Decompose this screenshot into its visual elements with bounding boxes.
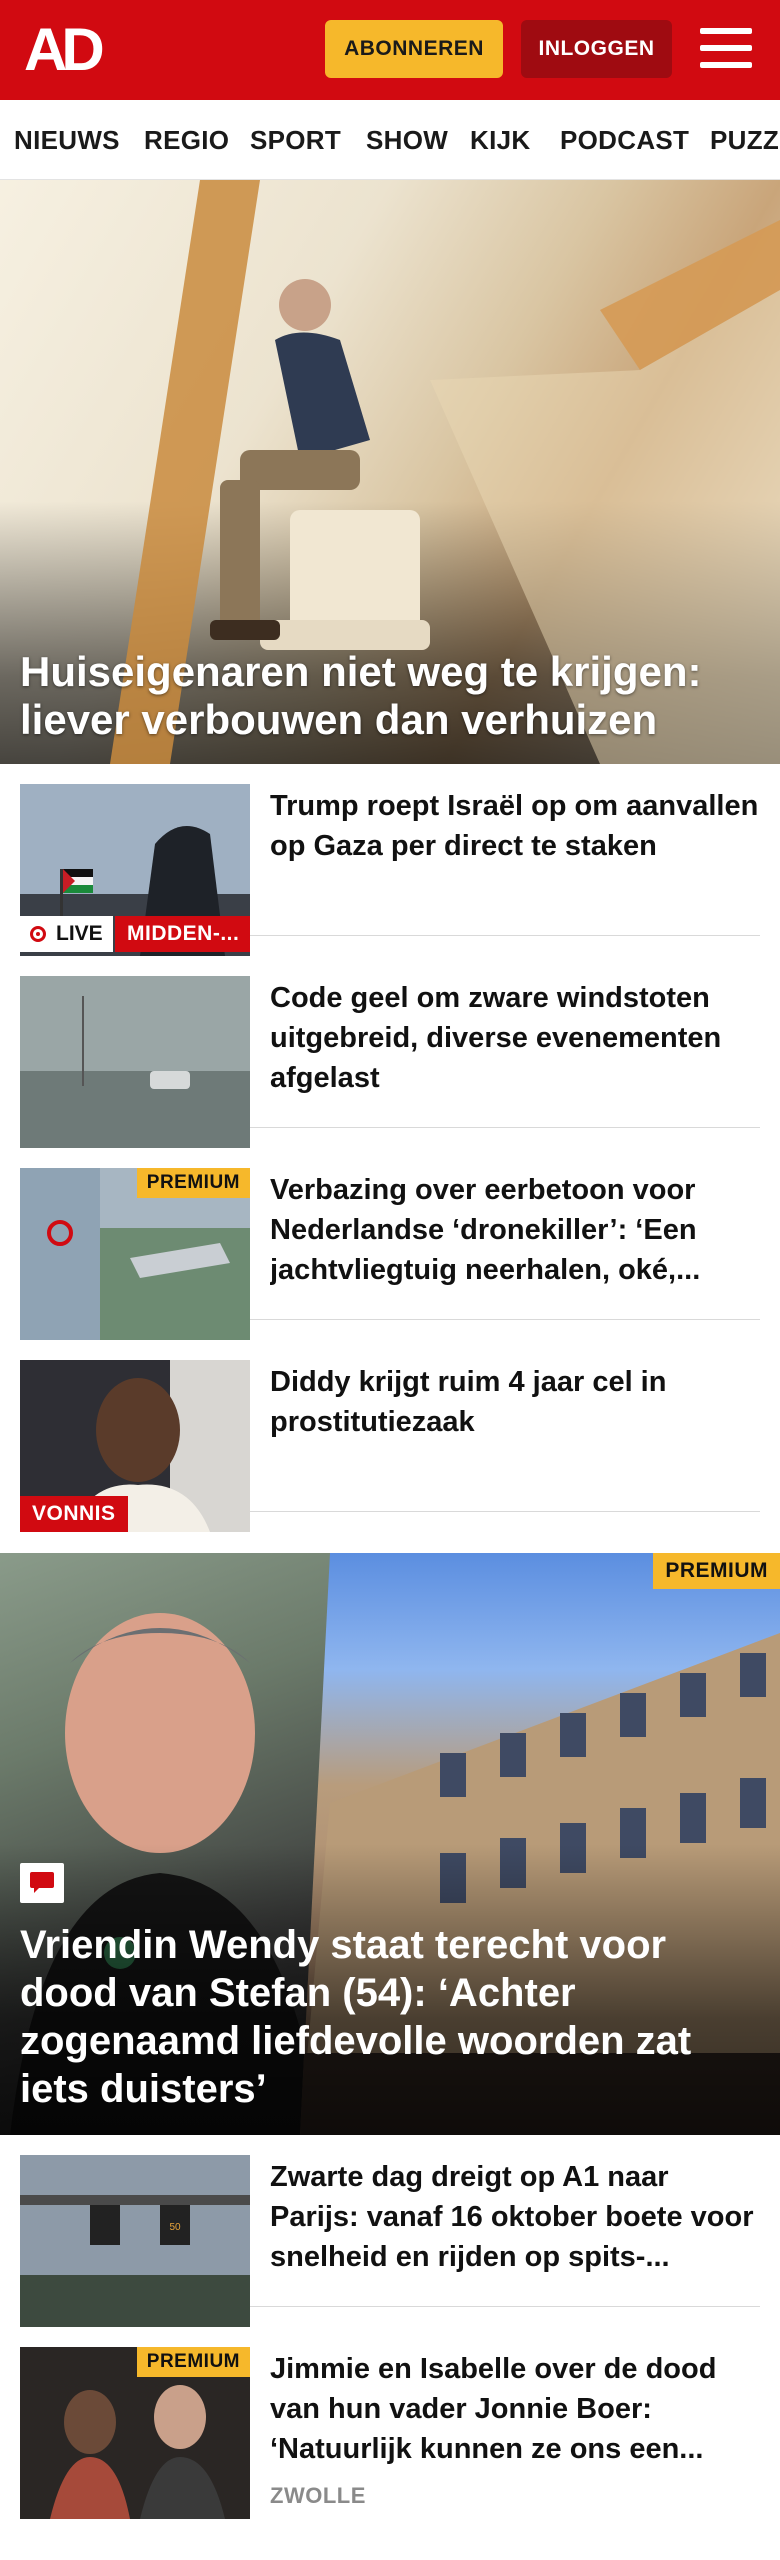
hero-title[interactable]: Huiseigenaren niet weg te krijgen: lieve… bbox=[20, 648, 760, 744]
feature-article[interactable]: PREMIUM Vriendin Wendy staat terecht voo… bbox=[0, 1553, 780, 2135]
list-item[interactable]: PREMIUM Jimmie en Isabelle over de dood … bbox=[20, 2327, 760, 2519]
list-item[interactable]: PREMIUM Verbazing over eerbetoon voor Ne… bbox=[20, 1148, 760, 1340]
hamburger-line bbox=[700, 28, 752, 34]
category-badge: MIDDEN-... bbox=[115, 916, 250, 952]
article-thumbnail: PREMIUM bbox=[20, 1168, 250, 1340]
ad-logo[interactable]: AD bbox=[24, 20, 118, 80]
comment-icon bbox=[20, 1863, 64, 1903]
nav-item-sport[interactable]: SPORT bbox=[250, 100, 341, 179]
nav-item-nieuws[interactable]: NIEUWS bbox=[14, 100, 120, 179]
nav-item-kijk[interactable]: KIJK bbox=[470, 100, 530, 179]
live-label: LIVE bbox=[56, 922, 103, 945]
login-button[interactable]: INLOGGEN bbox=[521, 20, 672, 78]
feature-title[interactable]: Vriendin Wendy staat terecht voor dood v… bbox=[20, 1921, 760, 2113]
hamburger-line bbox=[700, 45, 752, 51]
article-thumbnail bbox=[20, 976, 250, 1148]
article-thumbnail: 50 bbox=[20, 2155, 250, 2327]
hamburger-line bbox=[700, 62, 752, 68]
premium-badge: PREMIUM bbox=[136, 1168, 250, 1198]
article-title[interactable]: Jimmie en Isabelle over de dood van hun … bbox=[270, 2349, 760, 2469]
article-title[interactable]: Code geel om zware windstoten uitgebreid… bbox=[270, 978, 760, 1098]
list-item[interactable]: 50 Zwarte dag dreigt op A1 naar Parijs: … bbox=[20, 2135, 760, 2327]
list-item[interactable]: VONNIS Diddy krijgt ruim 4 jaar cel in p… bbox=[20, 1340, 760, 1532]
nav-item-puzzel[interactable]: PUZZ bbox=[710, 100, 779, 179]
region-label: ZWOLLE bbox=[270, 2483, 366, 2508]
article-thumbnail: PREMIUM bbox=[20, 2347, 250, 2519]
hero-article[interactable]: Huiseigenaren niet weg te krijgen: lieve… bbox=[0, 180, 780, 764]
list-item[interactable]: Code geel om zware windstoten uitgebreid… bbox=[20, 956, 760, 1148]
live-badge: LIVE bbox=[20, 916, 113, 952]
section-nav: NIEUWS REGIO SPORT SHOW KIJK PODCAST PUZ… bbox=[0, 100, 780, 180]
nav-item-regio[interactable]: REGIO bbox=[144, 100, 229, 179]
hamburger-menu-icon[interactable] bbox=[700, 24, 752, 72]
category-badge: VONNIS bbox=[20, 1496, 128, 1532]
article-title[interactable]: Verbazing over eerbetoon voor Nederlands… bbox=[270, 1170, 760, 1290]
subscribe-button[interactable]: ABONNEREN bbox=[325, 20, 503, 78]
svg-text:50: 50 bbox=[169, 2222, 181, 2233]
site-header: AD ABONNEREN INLOGGEN bbox=[0, 0, 780, 100]
list-item[interactable]: LIVE MIDDEN-... Trump roept Israël op om… bbox=[20, 764, 760, 956]
article-title[interactable]: Trump roept Israël op om aanvallen op Ga… bbox=[270, 786, 760, 866]
nav-item-podcast[interactable]: PODCAST bbox=[560, 100, 689, 179]
premium-badge: PREMIUM bbox=[653, 1553, 780, 1589]
article-title[interactable]: Zwarte dag dreigt op A1 naar Parijs: van… bbox=[270, 2157, 760, 2277]
article-thumbnail: LIVE MIDDEN-... bbox=[20, 784, 250, 956]
nav-item-show[interactable]: SHOW bbox=[366, 100, 448, 179]
article-thumbnail: VONNIS bbox=[20, 1360, 250, 1532]
premium-badge: PREMIUM bbox=[136, 2347, 250, 2377]
article-title[interactable]: Diddy krijgt ruim 4 jaar cel in prostitu… bbox=[270, 1362, 760, 1442]
live-dot-icon bbox=[30, 926, 46, 942]
